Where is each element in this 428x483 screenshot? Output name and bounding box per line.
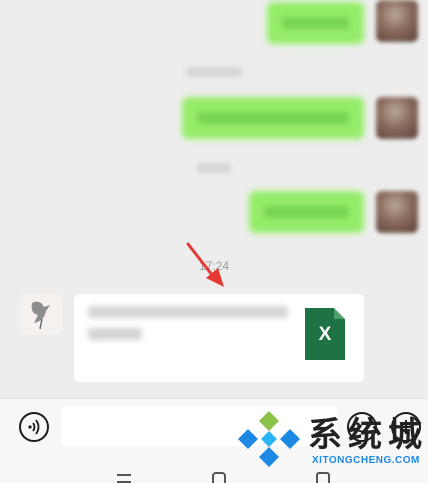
watermark-logo: 系统城 XITONGCHENG.COM	[234, 405, 428, 475]
voice-button[interactable]	[19, 412, 49, 442]
watermark-url: XITONGCHENG.COM	[312, 455, 420, 466]
my-avatar[interactable]	[376, 97, 418, 139]
sent-message-bubble[interactable]	[250, 192, 363, 232]
watermark-title: 系统城	[308, 415, 428, 455]
message-timestamp	[0, 66, 428, 80]
my-avatar[interactable]	[376, 0, 418, 42]
sent-message-bubble[interactable]	[183, 98, 363, 138]
contact-avatar[interactable]	[20, 293, 62, 335]
home-icon[interactable]	[212, 472, 226, 483]
file-name-text	[88, 306, 298, 350]
chat-area: 17:24 X	[0, 0, 428, 398]
diamond-logo-icon	[238, 411, 300, 467]
bird-icon	[31, 301, 50, 330]
voice-icon	[28, 419, 40, 435]
red-arrow-icon	[186, 242, 224, 287]
excel-icon-letter: X	[318, 324, 332, 345]
excel-icon-fold	[334, 308, 345, 319]
recent-apps-icon[interactable]	[117, 474, 131, 483]
my-avatar[interactable]	[376, 191, 418, 233]
message-timestamp	[0, 162, 428, 176]
file-message-card[interactable]: X	[74, 294, 364, 382]
sent-message-bubble[interactable]	[268, 3, 363, 43]
